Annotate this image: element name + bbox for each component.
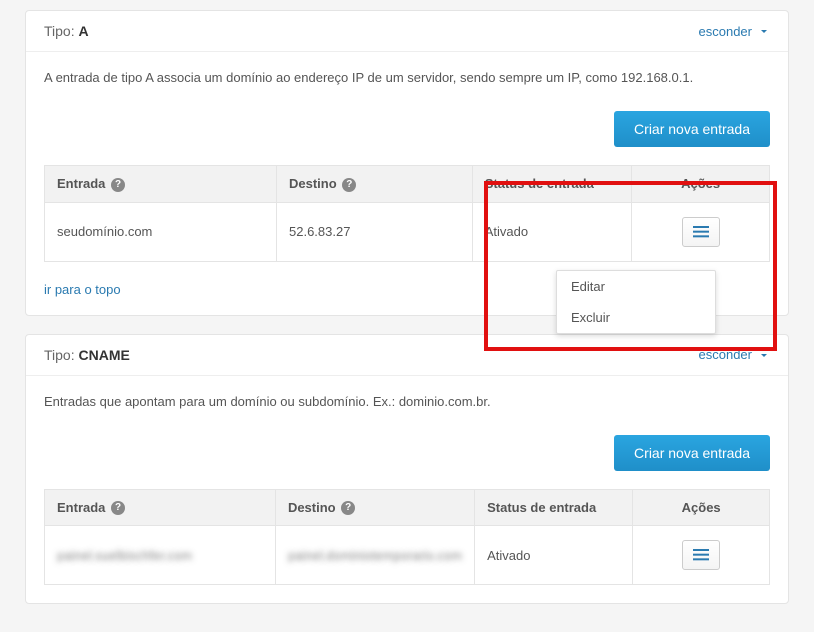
help-icon[interactable]: ? [111, 501, 125, 515]
cell-actions [632, 202, 770, 261]
panel-a: Tipo: A esconder A entrada de tipo A ass… [25, 10, 789, 316]
dropdown-delete[interactable]: Excluir [557, 302, 715, 333]
help-icon[interactable]: ? [342, 178, 356, 192]
panel-a-title: Tipo: A [44, 23, 89, 39]
col-dest: Destino ? [277, 166, 473, 203]
row-actions-button[interactable] [682, 217, 720, 247]
col-status: Status de entrada [472, 166, 632, 203]
type-value: CNAME [79, 347, 130, 363]
cell-entry: painel.suelbischfer.com [45, 526, 276, 585]
panel-cname-title: Tipo: CNAME [44, 347, 130, 363]
create-entry-row: Criar nova entrada [44, 111, 770, 147]
type-prefix: Tipo: [44, 347, 75, 363]
cell-dest: 52.6.83.27 [277, 202, 473, 261]
col-status: Status de entrada [475, 489, 633, 526]
dropdown-edit[interactable]: Editar [557, 271, 715, 302]
help-icon[interactable]: ? [341, 501, 355, 515]
panel-a-header: Tipo: A esconder [26, 11, 788, 52]
table-head-row: Entrada ? Destino ? Status de entrada Aç… [45, 489, 770, 526]
row-actions-dropdown: Editar Excluir [556, 270, 716, 334]
help-icon[interactable]: ? [111, 178, 125, 192]
col-actions: Ações [633, 489, 770, 526]
row-actions-button[interactable] [682, 540, 720, 570]
cell-entry: seudomínio.com [45, 202, 277, 261]
chevron-down-icon [758, 25, 770, 37]
create-entry-button[interactable]: Criar nova entrada [614, 435, 770, 471]
type-value: A [79, 23, 89, 39]
create-entry-row: Criar nova entrada [44, 435, 770, 471]
col-dest: Destino ? [275, 489, 474, 526]
type-prefix: Tipo: [44, 23, 75, 39]
panel-a-body: A entrada de tipo A associa um domínio a… [26, 52, 788, 315]
chevron-down-icon [758, 349, 770, 361]
cell-dest: painel.dominiotemporario.com [275, 526, 474, 585]
panel-cname: Tipo: CNAME esconder Entradas que aponta… [25, 334, 789, 605]
cell-status: Ativado [472, 202, 632, 261]
menu-icon [693, 226, 709, 238]
cell-actions [633, 526, 770, 585]
col-entry: Entrada ? [45, 489, 276, 526]
entries-table-cname: Entrada ? Destino ? Status de entrada Aç… [44, 489, 770, 586]
table-head-row: Entrada ? Destino ? Status de entrada Aç… [45, 166, 770, 203]
panel-a-description: A entrada de tipo A associa um domínio a… [44, 70, 770, 85]
col-actions: Ações [632, 166, 770, 203]
entries-table-a: Entrada ? Destino ? Status de entrada Aç… [44, 165, 770, 262]
toggle-label: esconder [699, 347, 752, 362]
back-to-top-link[interactable]: ir para o topo [44, 282, 121, 297]
table-row: painel.suelbischfer.com painel.dominiote… [45, 526, 770, 585]
cell-status: Ativado [475, 526, 633, 585]
menu-icon [693, 549, 709, 561]
col-entry: Entrada ? [45, 166, 277, 203]
panel-a-toggle[interactable]: esconder [699, 24, 770, 39]
panel-cname-toggle[interactable]: esconder [699, 347, 770, 362]
panel-cname-header: Tipo: CNAME esconder [26, 335, 788, 376]
toggle-label: esconder [699, 24, 752, 39]
create-entry-button[interactable]: Criar nova entrada [614, 111, 770, 147]
panel-cname-description: Entradas que apontam para um domínio ou … [44, 394, 770, 409]
table-row: seudomínio.com 52.6.83.27 Ativado [45, 202, 770, 261]
